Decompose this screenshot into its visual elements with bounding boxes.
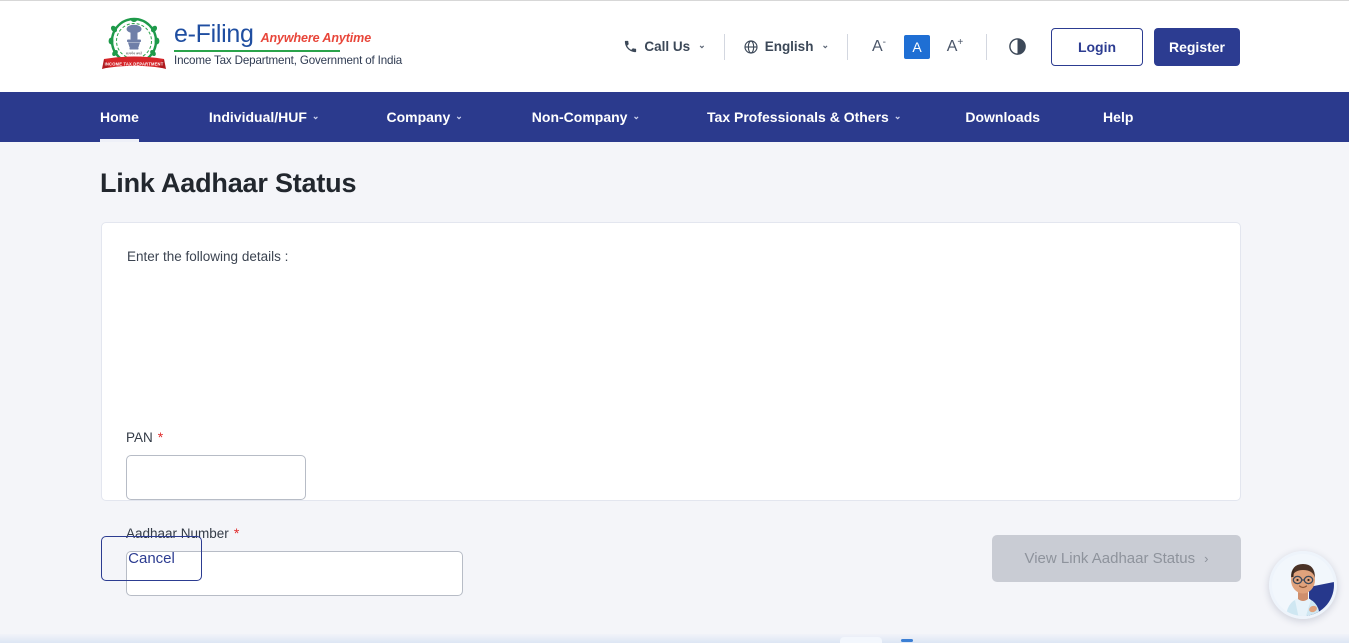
- language-selector[interactable]: English ⌄: [743, 39, 829, 55]
- cancel-button[interactable]: Cancel: [101, 536, 202, 581]
- svg-text:INCOME TAX DEPARTMENT: INCOME TAX DEPARTMENT: [105, 62, 164, 67]
- page-root: सत्यमेव जयते INCOME TAX DEPARTMENT e-Fil…: [0, 0, 1349, 643]
- nav-item-downloads[interactable]: Downloads: [965, 92, 1040, 142]
- nav-item-help[interactable]: Help: [1103, 92, 1133, 142]
- chevron-down-icon: ⌄: [311, 110, 320, 121]
- nav-item-non-company-label: Non-Company: [531, 109, 628, 125]
- brand-title: e-Filing: [174, 20, 254, 48]
- register-button[interactable]: Register: [1154, 27, 1240, 66]
- aadhaar-required-mark: *: [233, 525, 240, 541]
- font-decrease-label: A: [871, 37, 883, 55]
- nav-item-home[interactable]: Home: [100, 92, 139, 142]
- main-navigation: Home Individual/HUF ⌄ Company ⌄ Non-Comp…: [0, 92, 1349, 142]
- contrast-toggle-icon[interactable]: [1005, 35, 1029, 59]
- brand-logo[interactable]: सत्यमेव जयते INCOME TAX DEPARTMENT e-Fil…: [100, 15, 402, 73]
- main-content: Link Aadhaar Status Enter the following …: [0, 142, 1349, 643]
- nav-item-non-company[interactable]: Non-Company ⌄: [532, 92, 640, 142]
- chevron-down-icon: ⌄: [893, 110, 902, 121]
- page-title: Link Aadhaar Status: [100, 168, 357, 198]
- svg-text:सत्यमेव जयते: सत्यमेव जयते: [126, 52, 142, 56]
- india-emblem-income-tax-icon: सत्यमेव जयते INCOME TAX DEPARTMENT: [100, 15, 168, 73]
- nav-item-downloads-label: Downloads: [965, 109, 1041, 125]
- nav-item-company-label: Company: [386, 109, 451, 125]
- font-increase-sup: +: [957, 37, 964, 48]
- font-increase-label: A: [946, 37, 958, 55]
- chevron-down-icon: ⌄: [632, 110, 641, 121]
- chat-support-avatar-icon[interactable]: [1269, 551, 1337, 619]
- site-header: सत्यमेव जयते INCOME TAX DEPARTMENT e-Fil…: [0, 1, 1349, 92]
- view-link-aadhaar-status-button[interactable]: View Link Aadhaar Status ›: [992, 535, 1241, 582]
- globe-icon: [743, 39, 759, 55]
- submit-label: View Link Aadhaar Status: [1024, 550, 1196, 567]
- pan-field-label: PAN *: [126, 429, 163, 445]
- phone-icon: [623, 39, 638, 54]
- call-us-label: Call Us: [644, 39, 691, 54]
- form-intro-text: Enter the following details :: [127, 249, 289, 264]
- chevron-right-icon: ›: [1204, 551, 1209, 566]
- header-divider-2: [847, 33, 848, 60]
- bottom-strip-indicator: [901, 639, 913, 642]
- chevron-down-icon: ⌄: [821, 40, 829, 50]
- nav-item-tax-professionals[interactable]: Tax Professionals & Others ⌄: [707, 92, 901, 142]
- font-decrease-icon[interactable]: A-: [866, 35, 892, 59]
- brand-subtitle: Income Tax Department, Government of Ind…: [174, 54, 403, 67]
- pan-input[interactable]: [126, 455, 306, 500]
- pan-required-mark: *: [157, 429, 164, 445]
- bottom-strip: [0, 634, 1349, 643]
- font-normal-label: A: [912, 38, 922, 55]
- language-label: English: [764, 39, 814, 54]
- nav-item-help-label: Help: [1103, 109, 1134, 125]
- font-decrease-sup: -: [882, 37, 886, 48]
- header-actions: Call Us ⌄ English ⌄ A- A A + Login Regis…: [623, 1, 1349, 92]
- bottom-strip-tab: [840, 637, 882, 643]
- nav-item-individual-huf[interactable]: Individual/HUF ⌄: [209, 92, 320, 142]
- nav-item-individual-huf-label: Individual/HUF: [208, 109, 307, 125]
- nav-item-company[interactable]: Company ⌄: [386, 92, 462, 142]
- pan-label-text: PAN: [126, 430, 153, 445]
- font-normal-icon[interactable]: A: [904, 34, 930, 59]
- brand-divider: [174, 50, 340, 52]
- login-button[interactable]: Login: [1051, 27, 1143, 66]
- header-divider-1: [723, 33, 725, 60]
- chevron-down-icon: ⌄: [698, 40, 706, 50]
- brand-tagline: Anywhere Anytime: [260, 31, 372, 45]
- nav-items: Home Individual/HUF ⌄ Company ⌄ Non-Comp…: [100, 92, 1133, 142]
- brand-text: e-Filing Anywhere Anytime Income Tax Dep…: [174, 15, 402, 67]
- nav-item-tax-professionals-label: Tax Professionals & Others: [707, 109, 889, 125]
- nav-item-home-label: Home: [100, 109, 139, 125]
- chevron-down-icon: ⌄: [455, 110, 463, 121]
- font-increase-icon[interactable]: A +: [942, 35, 968, 59]
- header-divider-3: [986, 33, 987, 60]
- call-us-menu[interactable]: Call Us ⌄: [623, 39, 706, 54]
